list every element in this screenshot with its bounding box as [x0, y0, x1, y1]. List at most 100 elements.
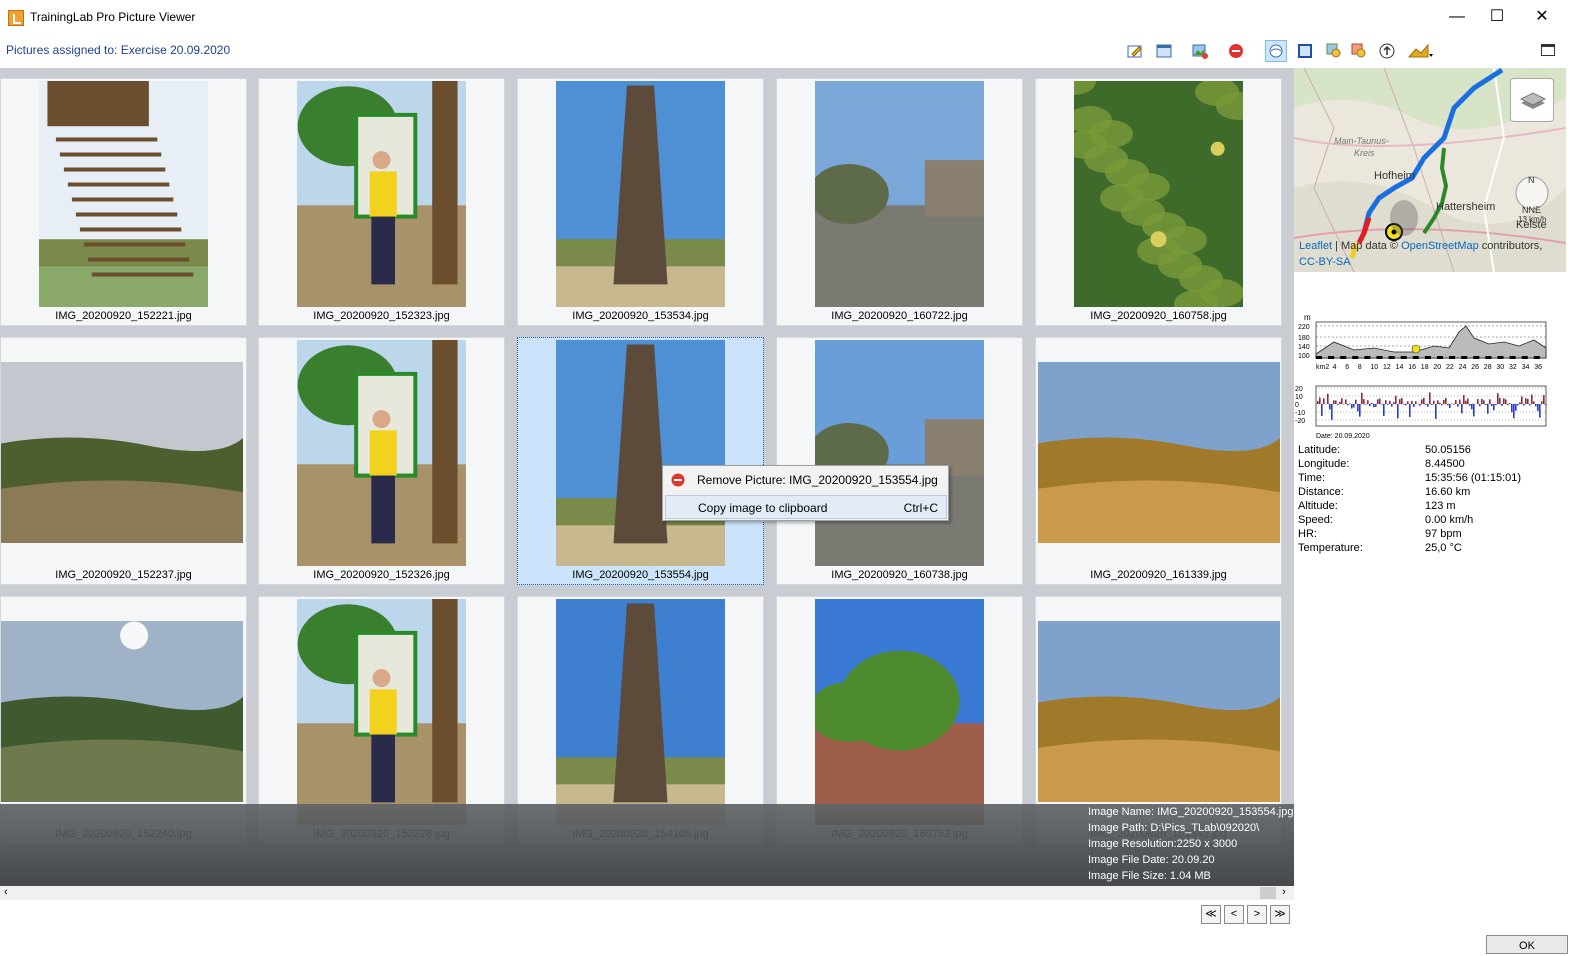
scroll-left-icon[interactable]: ‹ [4, 886, 8, 898]
thumbnail[interactable]: IMG_20200920_152221.jpg [0, 78, 247, 326]
diff-bar [1525, 398, 1527, 404]
copy-image-menu-item[interactable]: Copy image to clipboard Ctrl+C [665, 495, 947, 519]
close-button[interactable]: ✕ [1522, 6, 1562, 28]
first-page-button[interactable]: ≪ [1201, 905, 1221, 924]
thumbnail[interactable]: IMG_20200920_161339.jpg [1035, 337, 1282, 585]
remove-picture-label: Remove Picture: IMG_20200920_153554.jpg [697, 468, 938, 492]
thumbnail[interactable]: IMG_20200920_152237.jpg [0, 337, 247, 585]
x-tick-label: 10 [1370, 364, 1378, 371]
map-label-hofheim: Hofheim [1374, 170, 1415, 182]
km-segment [1510, 356, 1516, 359]
license-link[interactable]: CC-BY-SA [1299, 256, 1351, 268]
diff-bar [1319, 398, 1321, 404]
thumbnail[interactable]: IMG_20200920_152326.jpg [258, 337, 505, 585]
thumbnail-caption: IMG_20200920_152326.jpg [259, 569, 504, 581]
map-view-icon[interactable] [1265, 40, 1287, 62]
fit-icon[interactable] [1294, 40, 1316, 62]
copy-shortcut: Ctrl+C [904, 496, 938, 520]
thumbnail-image [1038, 621, 1280, 802]
leaflet-link[interactable]: Leaflet [1299, 240, 1332, 252]
zoom-out-icon[interactable] [1348, 40, 1370, 62]
upload-icon[interactable] [1376, 40, 1398, 62]
scroll-right-icon[interactable]: › [1282, 886, 1286, 898]
y-tick-label: 180 [1298, 335, 1310, 342]
stat-label: HR: [1298, 528, 1317, 540]
thumbnail-caption: IMG_20200920_152323.jpg [259, 310, 504, 322]
y-tick-label: 100 [1298, 353, 1310, 360]
thumbnail[interactable]: IMG_20200920_152323.jpg [258, 78, 505, 326]
diff-bar [1459, 400, 1461, 404]
image-date-info: Image File Date: 20.09.20 [1088, 854, 1215, 866]
map-view[interactable]: Main-Taunus- Kreis Hofheim Hattersheim K… [1294, 68, 1566, 272]
thumbnail-image [815, 340, 984, 566]
thumbnail-caption: IMG_20200920_160722.jpg [777, 310, 1022, 322]
diff-bar [1415, 401, 1417, 404]
osm-link[interactable]: OpenStreetMap [1401, 240, 1479, 252]
diff-bar [1341, 398, 1343, 404]
x-tick-label: km2 [1316, 364, 1329, 371]
diff-bar [1369, 404, 1371, 406]
thumbnail-image [297, 340, 466, 566]
maximize-button[interactable]: ☐ [1477, 6, 1517, 28]
zoom-in-icon[interactable] [1323, 40, 1345, 62]
panel-toggle-icon[interactable] [1541, 44, 1555, 56]
diff-bar [1473, 404, 1475, 416]
minimize-button[interactable]: — [1437, 6, 1477, 28]
thumbnail-image [815, 81, 984, 307]
thumbnail[interactable]: IMG_20200920_153554.jpg [517, 337, 764, 585]
horizontal-scrollbar[interactable]: ‹ › [0, 886, 1294, 900]
add-picture-icon[interactable] [1189, 40, 1211, 62]
image-resolution-info: Image Resolution:2250 x 3000 [1088, 838, 1237, 850]
remove-picture-menu-item[interactable]: Remove Picture: IMG_20200920_153554.jpg [665, 468, 947, 492]
stat-label: Speed: [1298, 514, 1333, 526]
thumbnail-image [556, 340, 725, 566]
x-tick-label: 6 [1345, 364, 1349, 371]
diff-bar [1389, 401, 1391, 404]
diff-bar [1513, 404, 1515, 418]
diff-bar [1421, 399, 1423, 404]
next-page-button[interactable]: > [1247, 905, 1267, 924]
window-icon[interactable] [1153, 40, 1175, 62]
diff-bar [1485, 404, 1487, 405]
stat-value: 25,0 °C [1425, 542, 1462, 554]
stat-row: Longitude:8.44500 [1298, 458, 1558, 472]
diff-bar [1321, 404, 1323, 416]
diff-bar [1491, 404, 1493, 406]
chart-dropdown-icon[interactable] [1406, 40, 1436, 62]
x-tick-label: 32 [1509, 364, 1517, 371]
thumbnail[interactable]: IMG_20200920_160722.jpg [776, 78, 1023, 326]
diff-bar [1371, 403, 1373, 404]
x-tick-label: 16 [1408, 364, 1416, 371]
thumbnail[interactable]: IMG_20200920_160738.jpg [776, 337, 1023, 585]
copy-image-label: Copy image to clipboard [698, 496, 827, 520]
thumbnail[interactable]: IMG_20200920_160758.jpg [1035, 78, 1282, 326]
diff-bar [1425, 404, 1427, 405]
diff-bar [1545, 404, 1547, 405]
diff-bar [1355, 400, 1357, 404]
diff-bar [1479, 404, 1481, 406]
map-label-district: Main-Taunus- [1334, 136, 1389, 146]
diff-bar [1365, 404, 1367, 405]
edit-icon[interactable] [1124, 40, 1146, 62]
stat-label: Temperature: [1298, 542, 1363, 554]
x-tick-label: 18 [1421, 364, 1429, 371]
ok-button[interactable]: OK [1486, 935, 1568, 954]
layers-icon[interactable] [1510, 78, 1554, 122]
diff-bar [1357, 404, 1359, 411]
remove-icon[interactable] [1225, 40, 1247, 62]
thumbnail-caption: IMG_20200920_161339.jpg [1036, 569, 1281, 581]
diff-bar [1339, 402, 1341, 404]
diff-bar [1483, 400, 1485, 404]
thumbnail-grid: IMG_20200920_152221.jpg IMG_20200920_1523… [0, 68, 1294, 886]
diff-bar [1493, 404, 1495, 410]
last-page-button[interactable]: ≫ [1270, 905, 1290, 924]
x-tick-label: 12 [1383, 364, 1391, 371]
prev-page-button[interactable]: < [1224, 905, 1244, 924]
diff-bar [1453, 404, 1455, 405]
image-size-info: Image File Size: 1.04 MB [1088, 870, 1211, 882]
thumbnail[interactable]: IMG_20200920_153534.jpg [517, 78, 764, 326]
diff-bar [1427, 404, 1429, 407]
diff-bar [1419, 404, 1421, 406]
license-line: CC-BY-SA [1299, 256, 1351, 268]
scroll-thumb[interactable] [1260, 887, 1276, 899]
